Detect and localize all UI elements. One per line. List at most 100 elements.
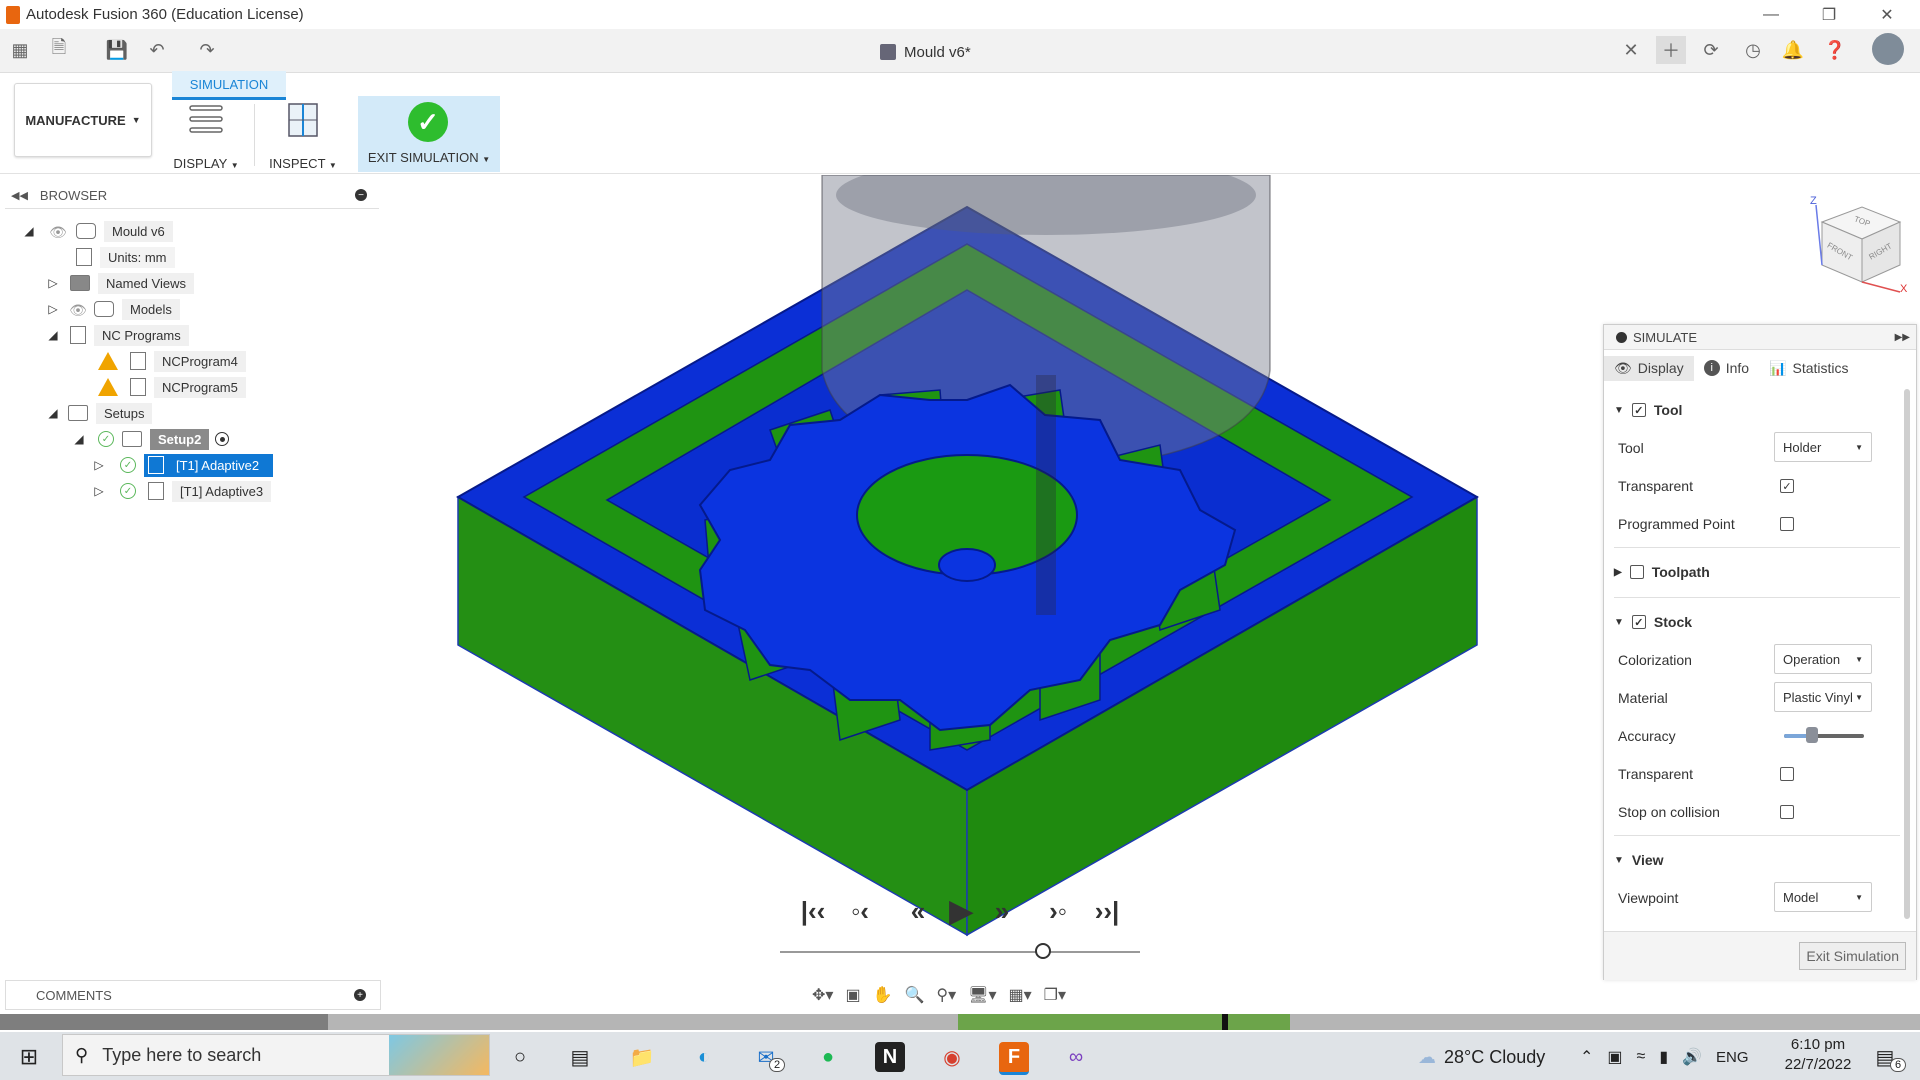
stop-on-collision-checkbox[interactable] [1780,805,1794,819]
toolpath-section[interactable]: ▶ Toolpath [1614,559,1710,585]
collapse-panel-icon[interactable]: ◀◀ [11,189,28,202]
redo-icon[interactable]: ↷ [196,39,218,61]
language-indicator[interactable]: ENG [1716,1049,1749,1066]
clock[interactable]: 6:10 pm 22/7/2022 [1768,1035,1868,1075]
skip-to-end-button[interactable]: ››| [1090,896,1124,926]
tab-simulation[interactable]: SIMULATION [172,71,286,100]
tool-dropdown[interactable]: Holder ▼ [1774,432,1872,462]
look-at-icon[interactable]: ▣ [845,985,860,1005]
active-target-icon[interactable] [215,432,230,446]
stock-transparent-checkbox[interactable] [1780,767,1794,781]
exit-simulation-group[interactable]: ✓ EXIT SIMULATION ▼ [358,96,500,172]
edge-icon[interactable]: ◐ [689,1042,719,1072]
chrome-icon[interactable]: ◉ [937,1042,967,1072]
taskbar-search[interactable]: ⚲ Type here to search [62,1034,490,1076]
exit-simulation-button[interactable]: Exit Simulation [1799,942,1906,970]
notion-icon[interactable]: N [875,1042,905,1072]
toolpath-checkbox[interactable] [1629,565,1644,579]
collapse-triangle-icon[interactable]: ▼ [1614,617,1624,628]
fit-icon[interactable]: ⚲▾ [936,985,956,1005]
minus-circle-icon[interactable] [1616,331,1627,343]
cortana-icon[interactable]: ○ [505,1042,535,1072]
weather-widget[interactable]: ☁ 28°C Cloudy [1418,1042,1545,1072]
inspect-group[interactable]: INSPECT ▼ [266,100,340,172]
expand-triangle-icon[interactable]: ◢ [22,224,36,238]
collapse-triangle-icon[interactable]: ▼ [1614,855,1624,866]
grid-icon[interactable]: ▦▾ [1009,985,1032,1005]
panel-scrollbar[interactable] [1904,389,1910,919]
view-section[interactable]: ▼ View [1614,847,1664,873]
battery-icon[interactable]: ▮ [1659,1047,1668,1067]
tree-node-nc-programs[interactable]: ◢ NC Programs [46,322,380,348]
viewports-icon[interactable]: ❐▾ [1044,985,1066,1005]
tree-node-named-views[interactable]: ▷ Named Views [46,270,380,296]
transparent-checkbox[interactable]: ✓ [1780,479,1794,493]
close-tab-icon[interactable]: ✕ [1620,39,1642,61]
help-icon[interactable]: ❓ [1824,39,1846,61]
expand-triangle-icon[interactable]: ▷ [46,276,60,290]
undo-icon[interactable]: ↶ [146,39,168,61]
programmed-point-checkbox[interactable] [1780,517,1794,531]
tree-node-setups[interactable]: ◢ Setups [46,400,380,426]
meet-icon[interactable]: ▣ [1607,1047,1622,1067]
close-window-button[interactable]: ✕ [1864,2,1910,28]
collapse-triangle-icon[interactable]: ◢ [46,406,60,420]
notifications-icon[interactable]: 🔔 [1782,39,1804,61]
accuracy-slider-track[interactable] [1784,734,1864,738]
tree-node-units[interactable]: Units: mm [76,244,380,270]
expand-triangle-icon[interactable]: ▶ [1614,567,1622,578]
tree-node-root[interactable]: ◢ 👁 Mould v6 [22,218,380,244]
zoom-icon[interactable]: 🔍 [904,985,924,1005]
expand-triangle-icon[interactable]: ▷ [46,302,60,316]
collapse-triangle-icon[interactable]: ◢ [72,432,86,446]
workspace-switcher[interactable]: MANUFACTURE ▼ [14,83,152,157]
wifi-icon[interactable]: ≈ [1637,1048,1646,1066]
mail-icon[interactable]: ✉ 2 [751,1042,786,1072]
volume-icon[interactable]: 🔊 [1682,1047,1702,1067]
avatar[interactable] [1872,33,1904,65]
stock-section[interactable]: ▼ ✓ Stock [1614,609,1692,635]
visibility-eye-icon[interactable]: 👁 [48,224,68,240]
visual-studio-icon[interactable]: ∞ [1061,1042,1091,1072]
skip-to-start-button[interactable]: |‹‹ [796,896,830,926]
new-tab-icon[interactable]: ＋ [1656,36,1686,64]
tab-display[interactable]: 👁 Display [1604,355,1694,381]
tree-node-setup2[interactable]: ◢ ✓ Setup2 [72,426,380,452]
viewpoint-dropdown[interactable]: Model ▼ [1774,882,1872,912]
file-explorer-icon[interactable]: 📁 [627,1042,657,1072]
play-button[interactable]: ▶ [944,895,978,928]
save-icon[interactable]: 💾 [106,39,128,61]
tab-statistics[interactable]: 📊 Statistics [1759,356,1858,381]
tree-node-models[interactable]: ▷ 👁 Models [46,296,380,322]
spotify-icon[interactable]: ● [813,1042,843,1072]
step-back-button[interactable]: « [898,896,938,926]
tree-node-ncprogram4[interactable]: NCProgram4 [98,348,380,374]
job-status-icon[interactable]: ◷ [1742,39,1764,61]
next-operation-button[interactable]: ›◦ [1036,896,1080,926]
chevron-up-icon[interactable]: ⌃ [1580,1047,1593,1067]
colorization-dropdown[interactable]: Operation ▼ [1774,644,1872,674]
windows-start-icon[interactable]: ⊞ [14,1042,44,1072]
timeline-handle[interactable] [1034,943,1051,959]
tree-node-ncprogram5[interactable]: NCProgram5 [98,374,380,400]
display-group[interactable]: DISPLAY ▼ [172,100,240,172]
plus-circle-icon[interactable]: + [354,989,366,1001]
task-view-icon[interactable]: ▤ [565,1042,595,1072]
expand-triangle-icon[interactable]: ▷ [92,458,106,472]
material-dropdown[interactable]: Plastic Vinyl ▼ [1774,682,1872,712]
visibility-eye-icon[interactable]: 👁 [68,302,88,318]
stock-checkbox[interactable]: ✓ [1631,615,1646,629]
expand-panel-icon[interactable]: ▶▶ [1895,332,1910,343]
step-forward-button[interactable]: » [982,896,1022,926]
document-tab[interactable]: Mould v6* [880,40,971,64]
collapse-triangle-icon[interactable]: ◢ [46,328,60,342]
tree-node-adaptive3[interactable]: ▷ ✓ [T1] Adaptive3 [92,478,380,504]
collapse-triangle-icon[interactable]: ▼ [1614,405,1624,416]
tool-section[interactable]: ▼ ✓ Tool [1614,397,1682,423]
orbit-icon[interactable]: ✥▾ [812,985,833,1005]
selected-operation[interactable]: [T1] Adaptive2 [144,453,274,477]
timeline-track[interactable] [780,951,1140,953]
accuracy-slider-handle[interactable] [1806,727,1818,743]
minus-circle-icon[interactable]: − [355,189,367,201]
action-center-icon[interactable]: ▤ 6 [1870,1042,1907,1072]
